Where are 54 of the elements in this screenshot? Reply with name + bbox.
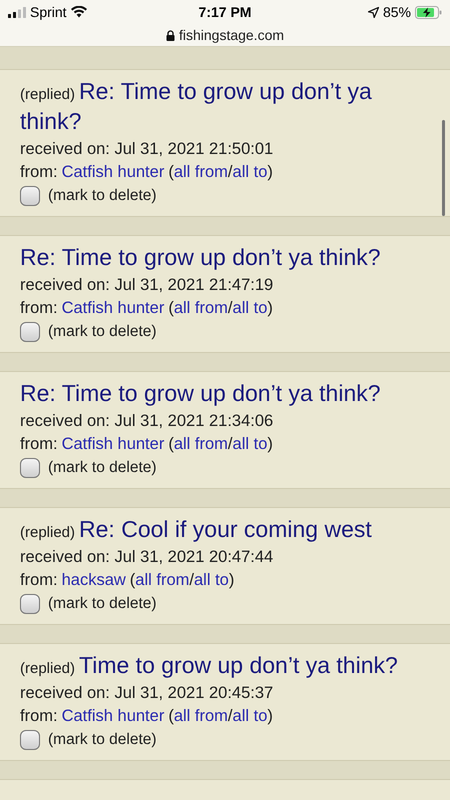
all-to-link[interactable]: all to — [194, 569, 229, 592]
received-date: received on: Jul 31, 2021 20:47:44 — [20, 547, 274, 568]
message-heading[interactable]: (replied) Time to grow up don’t ya think? — [20, 652, 426, 682]
sender-link[interactable]: Catfish hunter — [62, 161, 164, 184]
link-separator: / — [228, 298, 233, 319]
open-paren: ( — [168, 706, 174, 727]
from-label: from: — [20, 162, 58, 183]
link-separator: / — [228, 162, 233, 183]
link-separator: / — [189, 570, 194, 591]
carrier-name: Sprint — [30, 2, 67, 22]
open-paren: ( — [130, 570, 136, 591]
received-date: received on: Jul 31, 2021 21:34:06 — [20, 411, 274, 432]
sender-link[interactable]: hacksaw — [62, 569, 126, 592]
mark-to-delete-label: (mark to delete) — [48, 730, 157, 750]
all-from-link[interactable]: all from — [174, 297, 228, 320]
site-address[interactable]: fishingstage.com — [178, 24, 284, 46]
battery-percent: 85% — [382, 2, 411, 22]
mark-to-delete-label: (mark to delete) — [48, 458, 157, 478]
all-to-link[interactable]: all to — [232, 705, 268, 728]
close-paren: ) — [267, 434, 273, 455]
all-from-link[interactable]: all from — [174, 433, 228, 456]
message-heading[interactable]: Re: Time to grow up don’t ya think? — [20, 380, 426, 410]
clock-time: 7:17 PM — [198, 2, 252, 22]
close-paren: ) — [267, 298, 273, 319]
received-date: received on: Jul 31, 2021 21:47:19 — [20, 275, 274, 296]
sender-link[interactable]: Catfish hunter — [62, 297, 164, 320]
all-from-link[interactable]: all from — [174, 705, 228, 728]
open-paren: ( — [168, 434, 174, 455]
message-heading[interactable]: Re: Time to grow up don’t ya think? — [20, 244, 426, 274]
from-label: from: — [20, 298, 58, 319]
mark-to-delete-label: (mark to delete) — [48, 322, 157, 342]
close-paren: ) — [228, 570, 234, 591]
message-heading[interactable]: (replied) Re: Time to grow up don’t ya think? — [20, 78, 426, 138]
received-date: received on: Jul 31, 2021 20:45:37 — [20, 683, 274, 704]
all-from-link[interactable]: all from — [174, 161, 228, 184]
close-paren: ) — [267, 706, 273, 727]
link-separator: / — [228, 706, 233, 727]
from-label: from: — [20, 706, 58, 727]
sender-link[interactable]: Catfish hunter — [62, 705, 164, 728]
all-to-link[interactable]: all to — [232, 297, 268, 320]
all-to-link[interactable]: all to — [232, 433, 268, 456]
received-date: received on: Jul 31, 2021 21:50:01 — [20, 139, 274, 160]
all-from-link[interactable]: all from — [135, 569, 190, 592]
mark-to-delete-label: (mark to delete) — [48, 594, 157, 614]
open-paren: ( — [168, 162, 174, 183]
from-label: from: — [20, 434, 58, 455]
open-paren: ( — [168, 298, 174, 319]
all-to-link[interactable]: all to — [232, 161, 268, 184]
mark-to-delete-label: (mark to delete) — [48, 186, 157, 206]
sender-link[interactable]: Catfish hunter — [62, 433, 164, 456]
from-label: from: — [20, 570, 58, 591]
close-paren: ) — [267, 162, 273, 183]
link-separator: / — [228, 434, 233, 455]
message-heading[interactable]: (replied) Re: Cool if your coming west — [20, 516, 426, 546]
